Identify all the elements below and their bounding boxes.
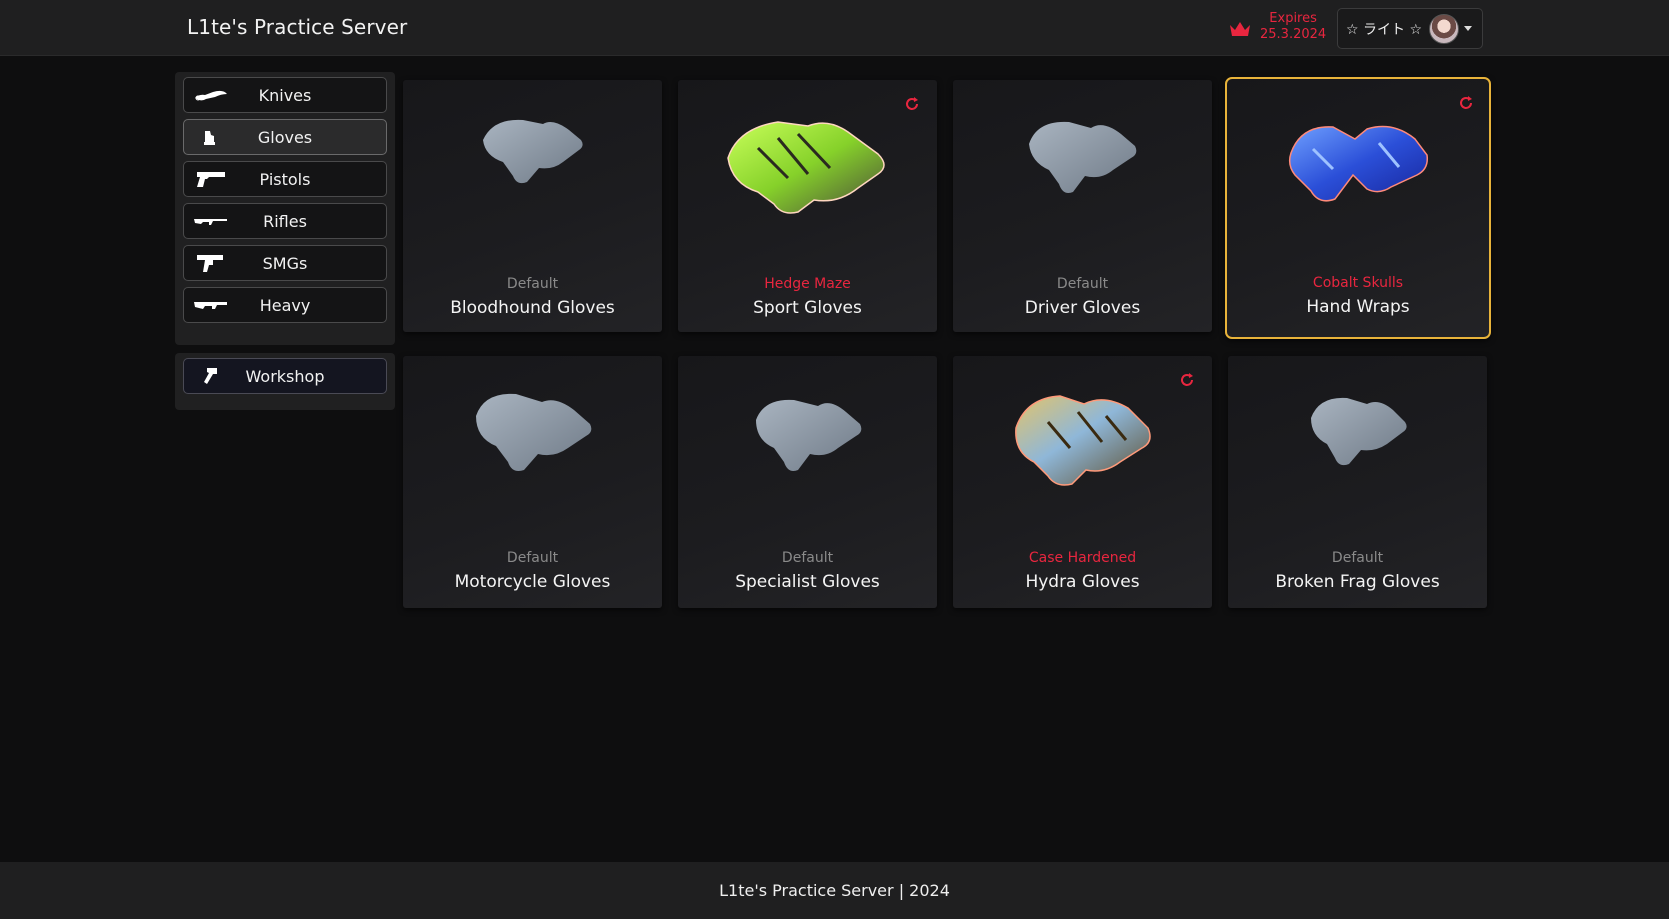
workshop-button[interactable]: Workshop bbox=[183, 358, 387, 394]
weapon-name: Hydra Gloves bbox=[1025, 572, 1140, 592]
glove-card-sport[interactable]: Hedge Maze Sport Gloves bbox=[678, 80, 937, 332]
sidebar-item-label: Heavy bbox=[259, 295, 311, 315]
skin-name: Default bbox=[781, 550, 834, 566]
knife-icon bbox=[195, 90, 227, 101]
sidebar-item-label: Knives bbox=[258, 85, 312, 105]
skin-name: Default bbox=[506, 550, 559, 566]
glove-card-handwraps[interactable]: Cobalt Skulls Hand Wraps bbox=[1225, 77, 1491, 339]
glove-icon bbox=[204, 131, 215, 145]
pistol-icon bbox=[197, 172, 225, 187]
sidebar-item-label: Pistols bbox=[259, 169, 311, 189]
chevron-down-icon bbox=[1464, 26, 1473, 31]
weapon-name: Sport Gloves bbox=[753, 298, 862, 318]
workshop-label: Workshop bbox=[245, 366, 325, 386]
glove-image bbox=[1014, 395, 1151, 486]
hammer-icon bbox=[204, 368, 217, 384]
sidebar-item-rifles[interactable]: Rifles bbox=[183, 203, 387, 239]
footer: L1te's Practice Server | 2024 bbox=[0, 862, 1669, 919]
weapon-name: Hand Wraps bbox=[1306, 297, 1410, 317]
skin-name: Default bbox=[1331, 550, 1384, 566]
glove-card-driver[interactable]: Default Driver Gloves bbox=[953, 80, 1212, 332]
skin-name: Cobalt Skulls bbox=[1312, 275, 1404, 291]
user-menu-button[interactable]: ☆ ライト ☆ bbox=[1337, 8, 1483, 49]
subscription-expiry: Expires 25.3.2024 bbox=[1228, 11, 1326, 43]
glove-image bbox=[482, 119, 583, 184]
glove-image bbox=[755, 399, 861, 471]
top-navbar: L1te's Practice Server Expires 25.3.2024… bbox=[0, 0, 1669, 56]
reset-icon[interactable] bbox=[1179, 372, 1195, 388]
glove-card-bloodhound[interactable]: Default Bloodhound Gloves bbox=[403, 80, 662, 332]
glove-image bbox=[1028, 121, 1136, 193]
sidebar-item-knives[interactable]: Knives bbox=[183, 77, 387, 113]
weapon-name: Specialist Gloves bbox=[735, 572, 880, 592]
footer-text: L1te's Practice Server | 2024 bbox=[719, 881, 950, 900]
sidebar-item-label: Gloves bbox=[257, 127, 313, 147]
sidebar-item-heavy[interactable]: Heavy bbox=[183, 287, 387, 323]
glove-image bbox=[1288, 125, 1429, 202]
expires-date: 25.3.2024 bbox=[1260, 27, 1327, 42]
rifle-icon bbox=[194, 219, 227, 225]
username: ☆ ライト ☆ bbox=[1346, 21, 1423, 38]
heavy-icon bbox=[194, 302, 227, 309]
sidebar-item-smgs[interactable]: SMGs bbox=[183, 245, 387, 281]
avatar bbox=[1429, 13, 1460, 44]
glove-image bbox=[475, 393, 591, 471]
glove-image bbox=[726, 121, 885, 214]
glove-card-motorcycle[interactable]: Default Motorcycle Gloves bbox=[403, 356, 662, 608]
sidebar-item-label: Rifles bbox=[263, 211, 307, 231]
skin-name: Hedge Maze bbox=[764, 276, 851, 292]
weapon-name: Driver Gloves bbox=[1024, 298, 1141, 318]
crown-icon bbox=[1230, 22, 1250, 36]
glove-card-specialist[interactable]: Default Specialist Gloves bbox=[678, 356, 937, 608]
skin-name: Default bbox=[1056, 276, 1109, 292]
glove-image bbox=[1310, 397, 1407, 466]
sidebar-item-gloves[interactable]: Gloves bbox=[183, 119, 387, 155]
skin-name: Case Hardened bbox=[1028, 550, 1137, 566]
skin-name: Default bbox=[506, 276, 559, 292]
reset-icon[interactable] bbox=[1458, 95, 1474, 111]
site-title[interactable]: L1te's Practice Server bbox=[187, 15, 407, 39]
reset-icon[interactable] bbox=[904, 96, 920, 112]
sidebar-item-pistols[interactable]: Pistols bbox=[183, 161, 387, 197]
smg-icon bbox=[197, 255, 223, 272]
weapon-name: Bloodhound Gloves bbox=[450, 298, 615, 318]
weapon-name: Motorcycle Gloves bbox=[454, 572, 611, 592]
weapon-name: Broken Frag Gloves bbox=[1275, 572, 1440, 592]
glove-card-broken-frag[interactable]: Default Broken Frag Gloves bbox=[1228, 356, 1487, 608]
sidebar-item-label: SMGs bbox=[262, 253, 308, 273]
glove-card-hydra[interactable]: Case Hardened Hydra Gloves bbox=[953, 356, 1212, 608]
expires-label: Expires bbox=[1269, 11, 1317, 26]
